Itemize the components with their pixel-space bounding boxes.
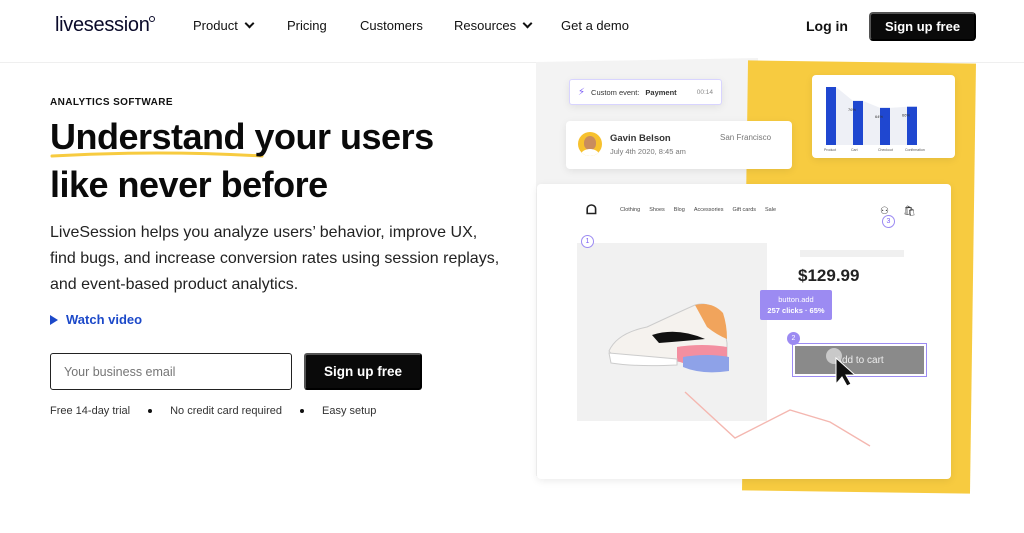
perks-list: Free 14-day trial No credit card require…	[50, 405, 376, 417]
page-title: Understand your users like never before	[50, 113, 434, 209]
funnel-chart: Product 76% Cart 64% Checkout 66% Confirmation	[824, 87, 925, 152]
shop-menu-item: Blog	[673, 207, 685, 213]
funnel-value-label: 64%	[875, 114, 883, 119]
shop-menu-item: Sale	[765, 207, 777, 213]
custom-event-card: ⚡ Custom event: Payment 00:14	[569, 79, 722, 105]
title-highlight: Understand	[50, 116, 246, 157]
event-time: 00:14	[696, 88, 713, 96]
step-badge: 1	[581, 235, 594, 248]
logo-dot-icon	[149, 16, 155, 22]
shop-menu-item: Accessories	[693, 207, 724, 213]
user-city: San Francisco	[720, 133, 772, 142]
bolt-icon: ⚡	[578, 86, 586, 98]
step-badge: 2	[787, 332, 800, 345]
nav-customers[interactable]: Customers	[360, 18, 423, 33]
shop-menu-item: Clothing	[620, 207, 641, 213]
cursor-icon	[826, 348, 857, 386]
nav-resources-label: Resources	[454, 18, 517, 33]
chevron-down-icon	[522, 18, 533, 29]
user-name: Gavin Belson	[610, 133, 671, 144]
funnel-category-label: Product	[824, 148, 836, 152]
nav-pricing[interactable]: Pricing	[287, 18, 327, 33]
perk-item: No credit card required	[170, 405, 282, 417]
shop-menu: Clothing Shoes Blog Accessories Gift car…	[620, 207, 776, 213]
user-card: Gavin Belson July 4th 2020, 8:45 am San …	[566, 121, 792, 169]
nav-product[interactable]: Product	[193, 18, 255, 33]
shop-menu-item: Gift cards	[732, 207, 757, 213]
event-name: Payment	[645, 87, 677, 97]
title-line2: like never before	[50, 164, 328, 205]
bag-icon: 🛍	[902, 206, 916, 217]
watch-video-link[interactable]: Watch video	[50, 312, 142, 327]
nav-customers-label: Customers	[360, 18, 423, 33]
watch-video-label: Watch video	[66, 312, 143, 327]
chevron-down-icon	[244, 18, 255, 29]
funnel-value-label: 66%	[902, 113, 910, 118]
nav-demo-label: Get a demo	[561, 18, 629, 33]
play-icon	[50, 314, 58, 325]
title-placeholder-bar	[800, 250, 904, 257]
tooltip-stats: 257 clicks · 65%	[767, 306, 825, 315]
top-nav: livesession Product Pricing Customers Re…	[0, 0, 1024, 56]
nav-pricing-label: Pricing	[287, 18, 327, 33]
bullet-icon	[148, 409, 153, 413]
funnel-category-label: Checkout	[878, 148, 893, 152]
title-rest: your users	[245, 116, 435, 157]
perk-item: Easy setup	[321, 405, 377, 417]
hero-subtitle: LiveSession helps you analyze users’ beh…	[50, 224, 500, 293]
user-date: July 4th 2020, 8:45 am	[610, 147, 686, 156]
nav-product-label: Product	[193, 18, 238, 33]
logo[interactable]: livesession	[55, 14, 150, 37]
perk-item: Free 14-day trial	[50, 405, 131, 417]
signup-button[interactable]: Sign up free	[304, 353, 422, 390]
login-link[interactable]: Log in	[806, 18, 848, 34]
funnel-category-label: Confirmation	[905, 148, 925, 152]
shop-menu-item: Shoes	[649, 207, 665, 213]
event-prefix: Custom event:	[591, 87, 640, 97]
click-tooltip: button.add 257 clicks · 65%	[760, 290, 832, 320]
signup-top-button[interactable]: Sign up free	[869, 12, 976, 41]
nav-get-a-demo[interactable]: Get a demo	[561, 18, 629, 33]
funnel-bar	[826, 87, 836, 145]
tooltip-selector: button.add	[778, 295, 814, 304]
email-input[interactable]	[50, 353, 292, 390]
eyebrow: ANALYTICS SOFTWARE	[50, 97, 173, 108]
nav-resources[interactable]: Resources	[454, 18, 533, 33]
avatar	[578, 132, 602, 156]
funnel-chart-card: Product 76% Cart 64% Checkout 66% Confirmation	[812, 75, 955, 158]
product-price: $129.99	[798, 266, 860, 285]
step-badge: 3	[882, 215, 895, 228]
shop-logo-icon: ᗝ	[586, 202, 597, 217]
funnel-value-label: 76%	[848, 107, 856, 112]
bullet-icon	[299, 409, 304, 413]
funnel-category-label: Cart	[851, 148, 858, 152]
mouse-trail	[684, 391, 871, 447]
